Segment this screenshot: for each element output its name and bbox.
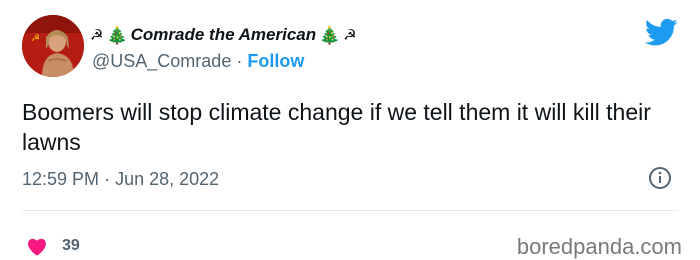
tweet-timestamp[interactable]: 12:59 PM · Jun 28, 2022 [22, 169, 219, 190]
author-name-row[interactable]: ☭ 🎄 Comrade the American 🎄 ☭ [90, 24, 357, 46]
info-icon[interactable] [648, 166, 672, 190]
tweet-text: Boomers will stop climate change if we t… [22, 99, 651, 155]
twitter-bird-icon[interactable] [645, 18, 678, 47]
like-count: 39 [62, 237, 80, 254]
avatar[interactable]: ☭ [22, 15, 84, 77]
hammer-sickle-emoji: ☭ [90, 26, 104, 44]
separator-dot: · [236, 51, 243, 71]
divider [22, 210, 678, 211]
author-handle-row: @USA_Comrade · Follow [92, 51, 304, 72]
watermark: boredpanda.com [516, 234, 682, 259]
tweet-time: 12:59 PM [22, 169, 100, 189]
author-display-name[interactable]: Comrade the American [131, 25, 316, 45]
author-handle[interactable]: @USA_Comrade [92, 51, 231, 71]
heart-icon[interactable] [26, 236, 48, 256]
avatar-image: ☭ [22, 15, 84, 77]
christmas-tree-emoji: 🎄 [319, 25, 341, 45]
tweet-date: Jun 28, 2022 [115, 169, 220, 189]
like-action[interactable]: 39 [26, 236, 80, 256]
svg-text:☭: ☭ [31, 33, 40, 44]
christmas-tree-emoji: 🎄 [106, 25, 128, 45]
hammer-sickle-emoji: ☭ [343, 26, 357, 44]
follow-button[interactable]: Follow [247, 51, 304, 71]
separator-dot: · [104, 169, 111, 189]
